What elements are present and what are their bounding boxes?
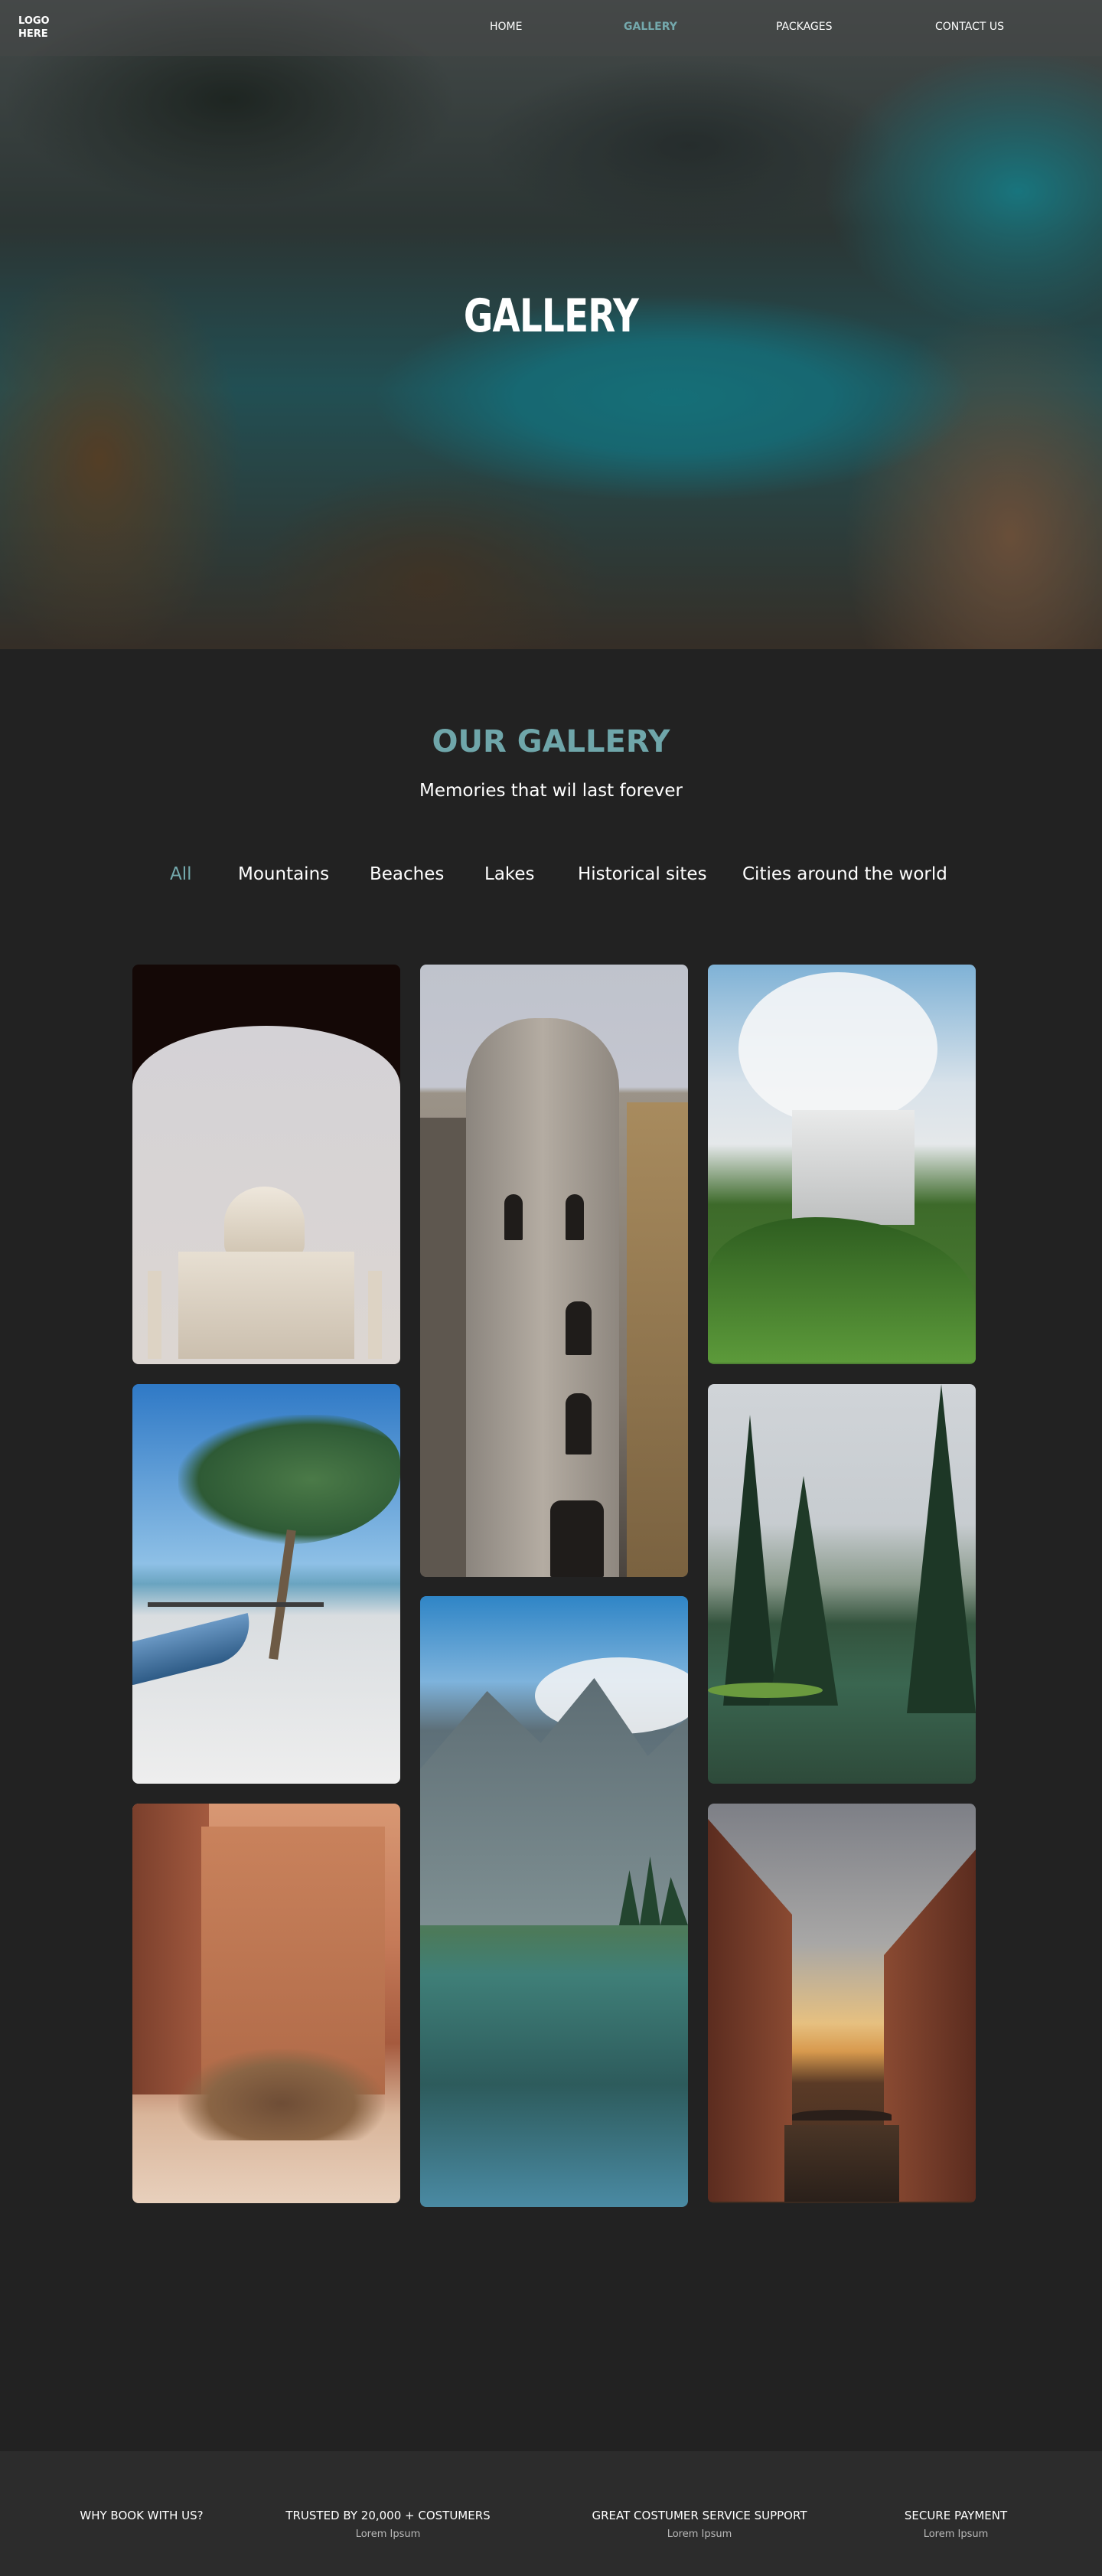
feature-subtitle: Lorem Ipsum <box>355 2529 421 2540</box>
gallery-subtitle: Memories that wil last forever <box>419 781 683 801</box>
gallery-image-beach[interactable] <box>132 1384 400 1784</box>
image-clouds <box>738 972 937 1125</box>
image-wall <box>627 1102 688 1577</box>
nav-gallery[interactable]: GALLERY <box>624 21 677 33</box>
image-basilica <box>792 1110 915 1225</box>
filter-cities[interactable]: Cities around the world <box>742 864 947 884</box>
filter-all[interactable]: All <box>170 864 192 884</box>
feature-why-book: WHY BOOK WITH US? <box>19 2509 264 2522</box>
gallery-image-ottoman-building[interactable] <box>420 965 688 1577</box>
top-navbar: LOGO HERE HOME GALLERY PACKAGES CONTACT … <box>0 0 1102 56</box>
image-minaret <box>148 1271 161 1359</box>
image-buildings <box>708 1819 792 2202</box>
feature-title: GREAT COSTUMER SERVICE SUPPORT <box>592 2509 807 2522</box>
logo[interactable]: LOGO HERE <box>18 15 64 41</box>
gallery-image-mountain-lake[interactable] <box>420 1596 688 2207</box>
feature-title: TRUSTED BY 20,000 + COSTUMERS <box>285 2509 491 2522</box>
gallery-image-taj-mahal[interactable] <box>132 965 400 1364</box>
image-hill <box>708 1217 976 1363</box>
filter-lakes[interactable]: Lakes <box>484 864 535 884</box>
feature-title: WHY BOOK WITH US? <box>80 2509 204 2522</box>
gallery-image-basilica[interactable] <box>708 965 976 1364</box>
image-palm-leaves <box>178 1415 400 1545</box>
image-palm-trunk <box>269 1529 296 1660</box>
feature-support: GREAT COSTUMER SERVICE SUPPORT Lorem Ips… <box>577 2509 822 2540</box>
image-grass <box>708 1683 823 1698</box>
nav-contact-us[interactable]: CONTACT US <box>935 21 1004 33</box>
image-tree <box>907 1384 976 1713</box>
feature-secure-payment: SECURE PAYMENT Lorem Ipsum <box>833 2509 1078 2540</box>
gallery-image-canal-city[interactable] <box>708 1804 976 2203</box>
image-tree <box>723 1415 777 1706</box>
image-canal <box>784 2125 899 2202</box>
gallery-image-forest-lake[interactable] <box>708 1384 976 1784</box>
nav-packages[interactable]: PACKAGES <box>776 21 833 33</box>
feature-subtitle: Lorem Ipsum <box>667 2529 732 2540</box>
filter-beaches[interactable]: Beaches <box>370 864 444 884</box>
image-building <box>178 1252 354 1359</box>
image-window <box>566 1194 584 1240</box>
image-door <box>550 1500 604 1577</box>
filter-historical-sites[interactable]: Historical sites <box>578 864 707 884</box>
image-minaret <box>368 1271 382 1359</box>
image-wall <box>420 1118 466 1577</box>
feature-trusted: TRUSTED BY 20,000 + COSTUMERS Lorem Ipsu… <box>266 2509 510 2540</box>
feature-title: SECURE PAYMENT <box>904 2509 1008 2522</box>
image-camels <box>178 2049 385 2140</box>
filter-mountains[interactable]: Mountains <box>238 864 329 884</box>
nav-home[interactable]: HOME <box>490 21 522 33</box>
feature-subtitle: Lorem Ipsum <box>923 2529 989 2540</box>
hero-title: GALLERY <box>463 289 639 343</box>
image-dome <box>224 1187 305 1259</box>
image-window <box>504 1194 523 1240</box>
image-pier <box>148 1602 324 1607</box>
gallery-title: OUR GALLERY <box>432 724 670 759</box>
image-bridge <box>792 2110 892 2121</box>
image-boat <box>132 1613 258 1687</box>
hero-banner: GALLERY <box>0 0 1102 649</box>
image-window <box>566 1301 592 1355</box>
image-tower <box>466 1018 619 1577</box>
image-window <box>566 1393 592 1455</box>
image-tree <box>769 1476 838 1706</box>
gallery-image-petra[interactable] <box>132 1804 400 2203</box>
